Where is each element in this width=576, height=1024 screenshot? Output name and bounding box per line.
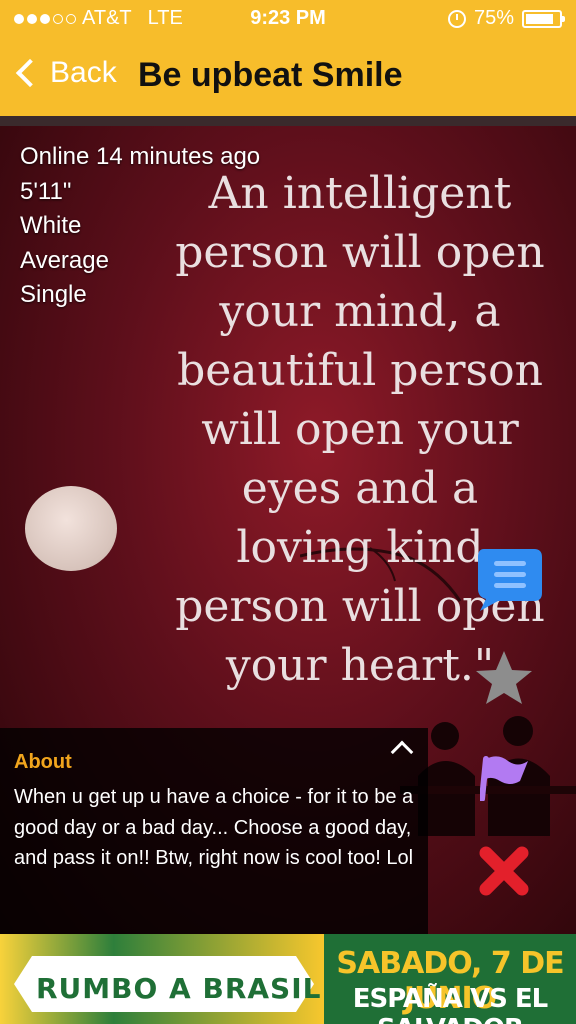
status-bar: AT&T LTE 9:23 PM 75%: [0, 0, 576, 38]
profile-height: 5'11": [20, 177, 72, 205]
flag-icon[interactable]: [480, 755, 530, 801]
status-right: 75%: [447, 7, 565, 30]
star-icon[interactable]: [474, 648, 534, 708]
page-title: Be upbeat Smile: [138, 56, 403, 94]
about-panel: About When u get up u have a choice - fo…: [0, 728, 428, 934]
top-bar: AT&T LTE 9:23 PM 75% Back Be upbeat Smil…: [0, 0, 576, 116]
battery-icon: [522, 9, 565, 28]
online-status: Online 14 minutes ago: [20, 143, 261, 170]
about-title: About: [14, 751, 72, 773]
photo-top-strip: [0, 116, 576, 126]
quote-line: beautiful person: [177, 345, 543, 396]
reject-icon[interactable]: [478, 845, 530, 897]
chevron-left-icon: [15, 58, 45, 88]
ad-logo-text: RUMBO A BRASIL: [36, 972, 322, 1005]
battery-percent: 75%: [473, 7, 514, 29]
back-label: Back: [50, 56, 117, 89]
back-button[interactable]: Back: [12, 56, 117, 90]
profile-info: Online 14 minutes ago 5'11" White Averag…: [20, 140, 260, 313]
ad-match-text: ESPAÑA VS EL SALVADOR: [352, 984, 548, 1024]
quote-line: will open your: [201, 404, 519, 455]
message-icon[interactable]: [474, 543, 544, 613]
profile-body-type: Average: [20, 246, 109, 274]
alarm-icon: [447, 9, 466, 28]
profile-relationship-status: Single: [20, 281, 87, 308]
moon-image: [25, 486, 117, 571]
profile-ethnicity: White: [20, 212, 82, 239]
about-text: When u get up u have a choice - for it t…: [14, 786, 414, 869]
ad-banner[interactable]: RUMBO A BRASIL SABADO, 7 DE JUNIO ESPAÑA…: [0, 934, 576, 1024]
quote-line: eyes and a: [241, 463, 479, 514]
